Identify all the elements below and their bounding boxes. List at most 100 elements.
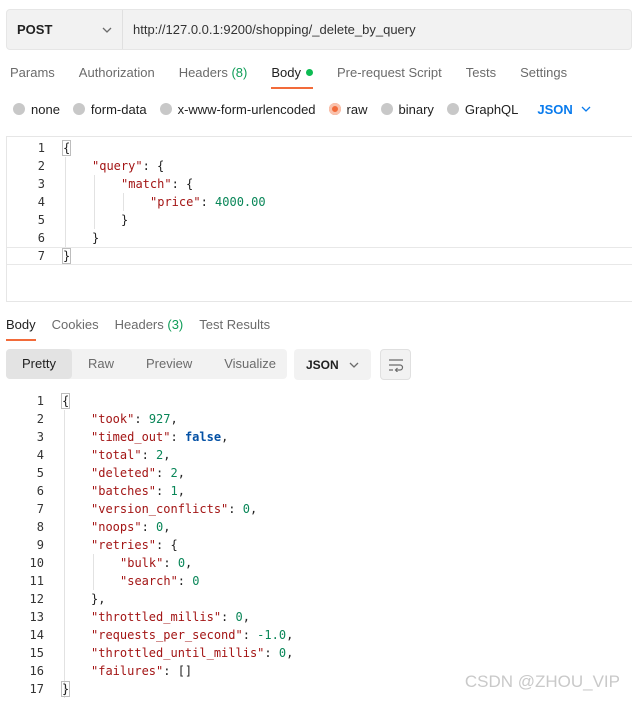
json-boolean: false <box>184 430 222 444</box>
code-line: 3 "match": { <box>7 175 632 193</box>
response-tab-body[interactable]: Body <box>6 315 36 341</box>
response-tab-cookies-label: Cookies <box>51 317 99 332</box>
response-format-label: JSON <box>306 357 339 372</box>
radio-none[interactable]: none <box>13 102 60 117</box>
code-line: 5} <box>7 211 632 229</box>
tab-tests[interactable]: Tests <box>456 62 496 84</box>
radio-graphql[interactable]: GraphQL <box>446 102 518 117</box>
radio-urlencoded-label: x-www-form-urlencoded <box>177 101 316 117</box>
code-token: : { <box>171 177 194 191</box>
json-key: "search" <box>120 574 178 588</box>
code-line: 7 "version_conflicts": 0, <box>6 500 632 518</box>
line-number: 15 <box>29 646 44 660</box>
url-input[interactable]: http://127.0.0.1:9200/shopping/_delete_b… <box>123 10 631 49</box>
radio-raw[interactable]: raw <box>328 101 368 117</box>
radio-icon <box>159 103 172 115</box>
json-key: "query" <box>92 159 143 173</box>
request-tabs: Params Authorization Headers (8) Body Pr… <box>0 62 581 92</box>
json-key: "throttled_millis" <box>91 610 222 624</box>
body-format-select[interactable]: JSON <box>537 102 591 117</box>
code-token: : { <box>142 159 165 173</box>
json-number: 1 <box>170 484 178 498</box>
json-key: "throttled_until_millis" <box>91 646 265 660</box>
line-number: 1 <box>36 394 44 408</box>
radio-icon <box>446 103 459 115</box>
tab-settings[interactable]: Settings <box>510 62 567 84</box>
tab-params[interactable]: Params <box>0 62 55 84</box>
tab-body-label: Body <box>271 65 301 80</box>
response-tab-cookies[interactable]: Cookies <box>52 315 99 337</box>
json-number: 0 <box>242 502 250 516</box>
radio-urlencoded[interactable]: x-www-form-urlencoded <box>159 101 316 117</box>
tab-prerequest-script[interactable]: Pre-request Script <box>327 62 442 84</box>
response-tab-body-label: Body <box>6 317 36 332</box>
radio-binary[interactable]: binary <box>380 101 434 117</box>
code-line: 8 "noops": 0, <box>6 518 632 536</box>
code-line: 14 "requests_per_second": -1.0, <box>6 626 632 644</box>
code-line: 10 "bulk": 0, <box>6 554 632 572</box>
response-tab-headers[interactable]: Headers (3) <box>115 315 184 337</box>
json-key: "deleted" <box>91 466 157 480</box>
line-number: 7 <box>37 249 45 263</box>
radio-raw-label: raw <box>346 101 368 117</box>
view-raw-label: Raw <box>87 356 114 371</box>
view-preview-button[interactable]: Preview <box>130 349 208 379</box>
chevron-down-icon <box>102 27 112 33</box>
request-body-editor[interactable]: 1{ 2 "query": { 3 "match": { 4 "price": 400… <box>6 136 632 302</box>
status-dot-icon <box>305 69 313 76</box>
response-tabs: Body Cookies Headers (3) Test Results <box>0 315 280 341</box>
json-key: "batches" <box>91 484 157 498</box>
radio-icon <box>380 103 393 115</box>
line-number: 3 <box>37 177 45 191</box>
view-raw-button[interactable]: Raw <box>72 349 130 379</box>
tab-prerequest-label: Pre-request Script <box>336 65 442 80</box>
response-view-modes: Pretty Raw Preview Visualize <box>6 349 287 379</box>
line-number: 13 <box>29 610 44 624</box>
json-number: 4000.00 <box>215 195 266 209</box>
code-token: } <box>121 213 129 227</box>
view-visualize-label: Visualize <box>224 356 277 371</box>
tab-body[interactable]: Body <box>261 62 313 89</box>
json-key: "timed_out" <box>91 430 171 444</box>
line-number: 14 <box>29 628 44 642</box>
response-headers-count: (3) <box>167 317 184 332</box>
view-pretty-label: Pretty <box>22 356 56 371</box>
code-token: }, <box>91 592 106 606</box>
view-visualize-button[interactable]: Visualize <box>208 349 292 379</box>
chevron-down-icon <box>581 106 591 112</box>
wrap-lines-button[interactable] <box>380 349 411 380</box>
headers-count: (8) <box>231 65 248 80</box>
line-number: 2 <box>37 159 45 173</box>
response-tab-test-results[interactable]: Test Results <box>199 315 270 337</box>
code-token: { <box>60 393 71 409</box>
tab-headers[interactable]: Headers (8) <box>169 62 248 84</box>
json-key: "failures" <box>91 664 164 678</box>
view-pretty-button[interactable]: Pretty <box>6 349 72 379</box>
code-line: 7} <box>7 247 632 265</box>
response-format-select[interactable]: JSON <box>294 349 371 380</box>
code-line: 1{ <box>7 139 632 157</box>
chevron-down-icon <box>349 362 359 368</box>
watermark: CSDN @ZHOU_VIP <box>464 672 620 691</box>
tab-authorization[interactable]: Authorization <box>69 62 155 84</box>
code-line: 2 "took": 927, <box>6 410 632 428</box>
json-number: 2 <box>170 466 178 480</box>
json-key: "noops" <box>91 520 142 534</box>
line-number: 12 <box>29 592 44 606</box>
method-select[interactable]: POST <box>7 10 123 49</box>
radio-binary-label: binary <box>398 101 434 117</box>
response-tab-test-results-label: Test Results <box>199 317 271 332</box>
code-line: 4 "total": 2, <box>6 446 632 464</box>
code-line: 15 "throttled_until_millis": 0, <box>6 644 632 662</box>
request-url-bar: POST http://127.0.0.1:9200/shopping/_del… <box>6 9 632 50</box>
url-text: http://127.0.0.1:9200/shopping/_delete_b… <box>133 22 416 37</box>
code-token: } <box>92 231 100 245</box>
json-key: "requests_per_second" <box>91 628 243 642</box>
radio-form-data[interactable]: form-data <box>72 102 147 117</box>
code-line: 13 "throttled_millis": 0, <box>6 608 632 626</box>
tab-headers-label: Headers <box>178 65 228 80</box>
code-line: 3 "timed_out": false, <box>6 428 632 446</box>
json-key: "total" <box>91 448 142 462</box>
response-body-viewer[interactable]: 1 { 2 "took": 927, 3 "timed_out": false, 4 "… <box>6 390 632 701</box>
tab-settings-label: Settings <box>520 65 568 80</box>
